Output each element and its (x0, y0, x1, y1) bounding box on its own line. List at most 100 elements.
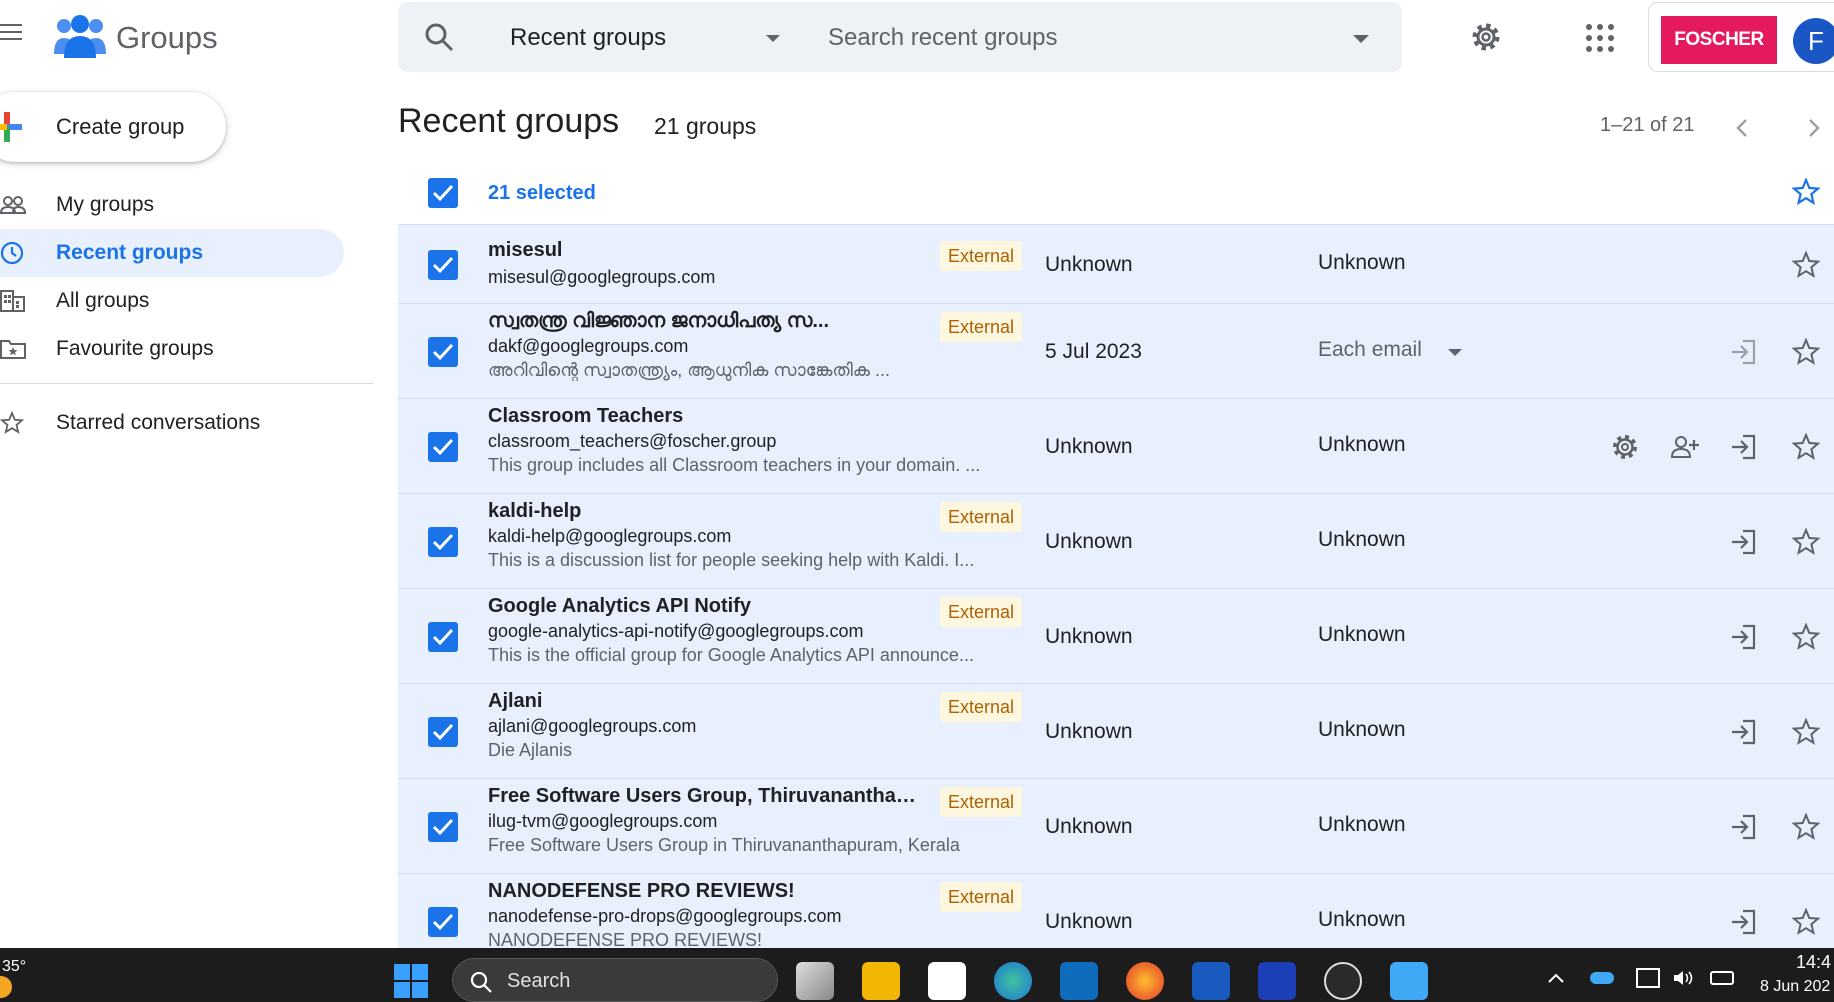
join-group-icon[interactable] (1729, 337, 1759, 367)
last-post-date: Unknown (1045, 719, 1133, 743)
star-icon (0, 411, 25, 434)
star-icon[interactable] (1792, 527, 1820, 556)
search-scope-select[interactable]: Recent groups (510, 24, 666, 52)
file-explorer-icon[interactable] (862, 962, 900, 1000)
star-icon[interactable] (1792, 812, 1820, 841)
sidebar-item-favourite-groups[interactable]: Favourite groups (0, 325, 344, 373)
table-row[interactable]: misesul misesul@googlegroups.com External U… (398, 224, 1834, 303)
subscription-status: Unknown (1318, 527, 1406, 551)
external-badge: External (940, 787, 1023, 817)
onedrive-icon[interactable] (1590, 972, 1614, 984)
chevron-up-icon[interactable] (1544, 968, 1568, 988)
main-menu-icon[interactable] (0, 24, 22, 44)
table-row[interactable]: NANODEFENSE PRO REVIEWS! nanodefense-pro-… (398, 873, 1834, 948)
sidebar-item-label: Starred conversations (56, 411, 261, 434)
table-row[interactable]: Classroom Teachers classroom_teachers@fos… (398, 398, 1834, 493)
external-badge: External (940, 312, 1023, 342)
star-icon[interactable] (1792, 178, 1820, 206)
taskbar-search[interactable]: Search (452, 958, 778, 1002)
group-name[interactable]: Classroom Teachers (488, 405, 683, 428)
join-group-icon[interactable] (1729, 717, 1759, 747)
group-description: NANODEFENSE PRO REVIEWS! (488, 930, 763, 948)
network-icon[interactable] (1636, 968, 1660, 988)
clock-date[interactable]: 8 Jun 202 (1760, 978, 1830, 996)
volume-icon[interactable] (1672, 968, 1696, 988)
add-member-icon[interactable] (1670, 432, 1700, 462)
search-input[interactable] (828, 16, 1328, 60)
search-bar: Recent groups (398, 2, 1402, 72)
weather-sun-icon[interactable] (0, 976, 12, 998)
star-icon[interactable] (1792, 432, 1820, 461)
join-group-icon[interactable] (1729, 622, 1759, 652)
settings-gear-icon[interactable] (1470, 21, 1502, 53)
table-row[interactable]: Ajlani ajlani@googlegroups.com Die Ajlanis… (398, 683, 1834, 778)
table-row[interactable]: സ്വതന്ത്ര വിജ്ഞാന ജനാധിപത്യ സ... dakf@goo… (398, 303, 1834, 398)
row-checkbox[interactable] (428, 621, 458, 652)
building-icon (0, 290, 25, 312)
row-checkbox[interactable] (428, 906, 458, 937)
star-icon[interactable] (1792, 717, 1820, 746)
row-checkbox[interactable] (428, 431, 458, 462)
app-title[interactable]: Groups (116, 20, 218, 56)
microsoft-store-icon[interactable] (928, 962, 966, 1000)
group-description: This is a discussion list for people see… (488, 550, 975, 570)
sidebar-item-all-groups[interactable]: All groups (0, 277, 344, 325)
windows-start-icon[interactable] (394, 964, 428, 998)
join-group-icon[interactable] (1729, 527, 1759, 557)
apps-grid-icon[interactable] (1586, 24, 1614, 52)
create-group-button[interactable]: Create group (0, 92, 226, 162)
search-options-icon[interactable] (1353, 35, 1369, 43)
group-name[interactable]: kaldi-help (488, 500, 581, 523)
join-group-icon[interactable] (1729, 432, 1759, 462)
group-name[interactable]: Google Analytics API Notify (488, 595, 751, 618)
group-name[interactable]: സ്വതന്ത്ര വിജ്ഞാന ജനാധിപത്യ സ... (488, 310, 829, 333)
org-logo[interactable]: FOSCHER (1661, 16, 1777, 64)
star-icon[interactable] (1792, 337, 1820, 366)
sidebar-item-starred-conversations[interactable]: Starred conversations (0, 399, 344, 447)
star-icon[interactable] (1792, 907, 1820, 936)
sidebar-item-my-groups[interactable]: My groups (0, 181, 344, 229)
chevron-right-icon[interactable] (1804, 116, 1824, 140)
star-icon[interactable] (1792, 250, 1820, 279)
malwarebytes-icon[interactable] (1258, 962, 1296, 1000)
group-settings-icon[interactable] (1610, 432, 1640, 462)
table-row[interactable]: Free Software Users Group, Thiruvanantha… (398, 778, 1834, 873)
chevron-left-icon[interactable] (1732, 116, 1752, 140)
row-checkbox[interactable] (428, 811, 458, 842)
sidebar-item-recent-groups[interactable]: Recent groups (0, 229, 344, 277)
battery-icon[interactable] (1710, 971, 1734, 985)
table-row[interactable]: kaldi-help kaldi-help@googlegroups.com Thi… (398, 493, 1834, 588)
icloud-icon[interactable] (1390, 962, 1428, 1000)
edge-browser-icon[interactable] (994, 962, 1032, 1000)
join-group-icon[interactable] (1729, 907, 1759, 937)
clock-time[interactable]: 14:4 (1796, 952, 1831, 973)
row-checkbox[interactable] (428, 249, 458, 280)
chevron-down-icon[interactable] (1448, 348, 1462, 356)
external-badge: External (940, 692, 1023, 722)
word-icon[interactable] (1192, 962, 1230, 1000)
email-subscription-select[interactable]: Each email (1318, 338, 1422, 362)
group-description: Free Software Users Group in Thiruvanant… (488, 835, 960, 855)
row-checkbox[interactable] (428, 716, 458, 747)
group-name[interactable]: misesul (488, 239, 562, 262)
row-checkbox[interactable] (428, 336, 458, 367)
subscription-status: Unknown (1318, 432, 1406, 456)
row-checkbox[interactable] (428, 526, 458, 557)
join-group-icon[interactable] (1729, 812, 1759, 842)
group-name[interactable]: Ajlani (488, 690, 542, 713)
table-row[interactable]: Google Analytics API Notify google-analyt… (398, 588, 1834, 683)
chatgpt-icon[interactable] (1324, 962, 1362, 1000)
weather-temp[interactable]: 35° (2, 958, 26, 976)
search-icon[interactable] (424, 22, 454, 52)
group-name[interactable]: NANODEFENSE PRO REVIEWS! (488, 880, 795, 903)
star-icon[interactable] (1792, 622, 1820, 651)
group-name[interactable]: Free Software Users Group, Thiruvanantha… (488, 785, 928, 808)
sidebar-divider (0, 383, 374, 384)
outlook-icon[interactable] (1060, 962, 1098, 1000)
task-view-icon[interactable] (796, 962, 834, 1000)
chevron-down-icon[interactable] (766, 35, 780, 42)
firefox-icon[interactable] (1126, 962, 1164, 1000)
avatar[interactable]: F (1793, 18, 1834, 64)
select-all-checkbox[interactable] (428, 178, 458, 208)
groups-list: misesul misesul@googlegroups.com External U… (398, 224, 1834, 948)
